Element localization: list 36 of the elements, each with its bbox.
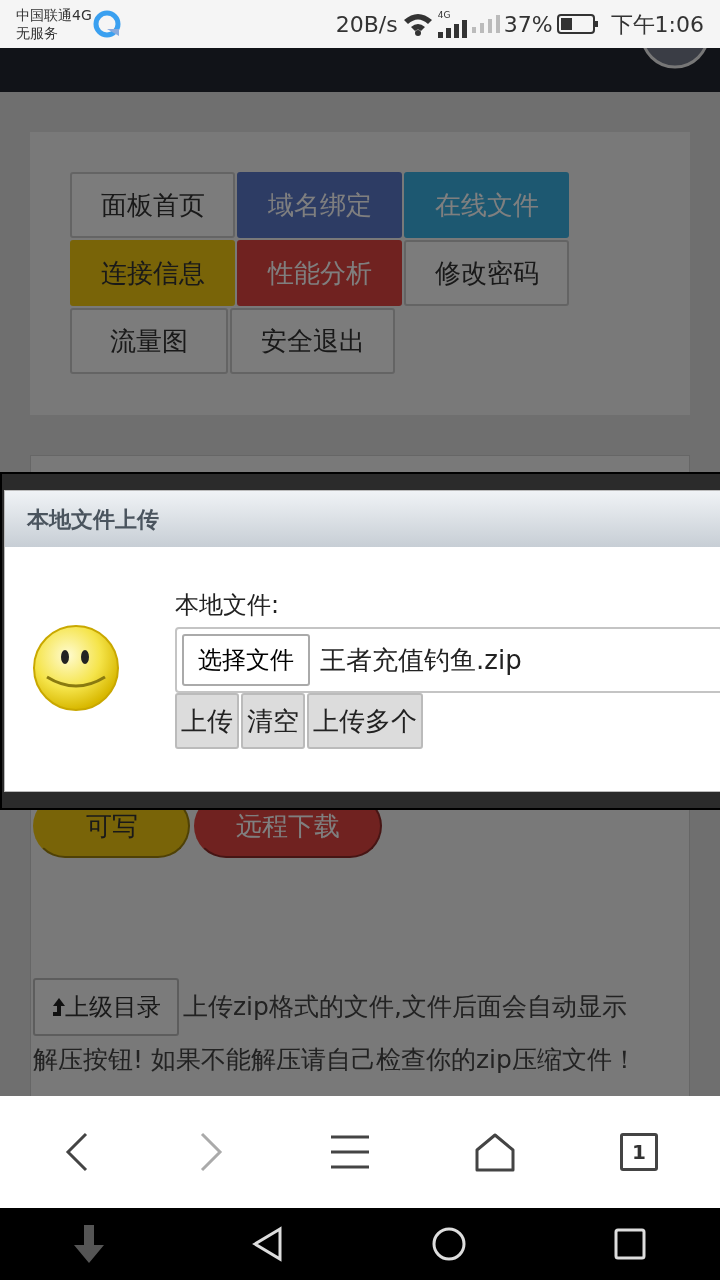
network-speed: 20B/s: [335, 10, 398, 39]
home-icon[interactable]: [474, 1132, 516, 1172]
menu-icon[interactable]: [330, 1134, 370, 1170]
recent-apps-icon[interactable]: [614, 1228, 647, 1260]
battery-percent: 37%: [503, 10, 553, 39]
menu-button[interactable]: 流量图: [70, 308, 228, 374]
network-type: 4G: [437, 10, 451, 20]
signal-icon: [437, 20, 468, 38]
up-arrow-icon: [51, 996, 65, 1018]
home-icon[interactable]: [430, 1226, 467, 1262]
dialog-title: 本地文件上传: [5, 491, 720, 547]
upload-action-button[interactable]: 上传多个: [307, 693, 423, 749]
carrier-name: 中国联通4G: [16, 6, 92, 24]
menu-button[interactable]: 性能分析: [237, 240, 402, 306]
download-arrow-icon[interactable]: [73, 1225, 104, 1263]
up-directory-button[interactable]: 上级目录: [33, 978, 179, 1036]
smiley-icon: [31, 623, 121, 713]
file-input[interactable]: 选择文件 王者充值钓鱼.zip: [175, 627, 720, 693]
menu-button[interactable]: 修改密码: [404, 240, 569, 306]
field-label: 本地文件:: [175, 590, 281, 621]
clock-time: 下午1:06: [610, 10, 704, 39]
browser-app-icon: [91, 9, 122, 39]
upload-action-button[interactable]: 清空: [241, 693, 305, 749]
choose-file-button[interactable]: 选择文件: [182, 634, 310, 686]
tabs-button[interactable]: 1: [620, 1133, 658, 1171]
menu-button[interactable]: 连接信息: [70, 240, 235, 306]
battery-icon: [556, 13, 599, 35]
signal-icon: [471, 15, 500, 33]
back-icon[interactable]: [251, 1226, 284, 1262]
upload-action-button[interactable]: 上传: [175, 693, 239, 749]
menu-button[interactable]: 域名绑定: [237, 172, 402, 238]
menu-button[interactable]: 面板首页: [70, 172, 235, 238]
help-text: 上传zip格式的文件,文件后面会自动显示: [183, 991, 627, 1023]
service-status: 无服务: [16, 24, 59, 42]
menu-button[interactable]: 安全退出: [230, 308, 395, 374]
help-text: 解压按钮! 如果不能解压请自己检查你的zip压缩文件！: [33, 1044, 638, 1076]
